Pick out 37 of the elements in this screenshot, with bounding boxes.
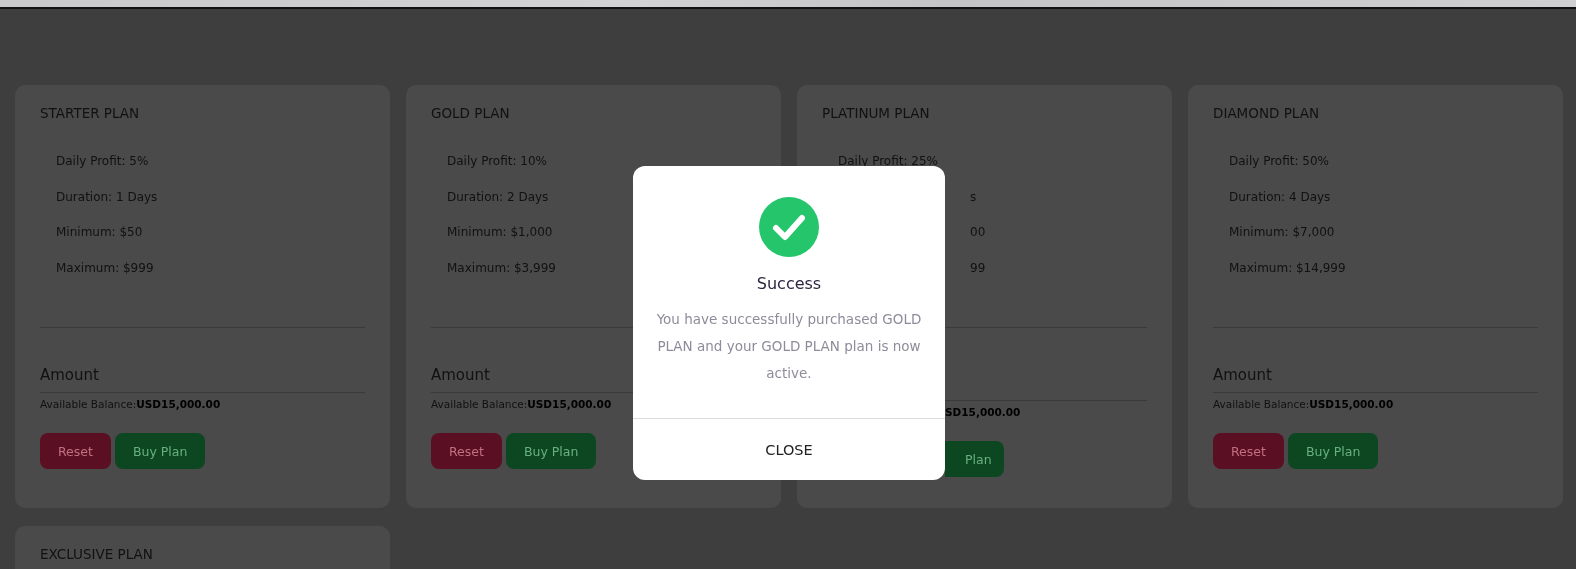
buy-plan-button[interactable]: Buy Plan	[114, 433, 206, 469]
plan-feature: Daily Profit: 5%	[56, 154, 149, 168]
plan-feature: Minimum: $1,000	[447, 225, 553, 239]
reset-button[interactable]: Reset	[40, 433, 111, 469]
plan-feature: Maximum: $999	[56, 260, 154, 275]
plan-feature: s	[970, 189, 977, 204]
amount-input[interactable]: Amount	[1213, 366, 1538, 393]
plan-title: STARTER PLAN	[40, 105, 141, 122]
plan-feature: Minimum: $50	[56, 225, 143, 239]
plan-feature: Minimum: $7,000	[1229, 225, 1335, 239]
plan-feature: Maximum: $14,999	[1229, 260, 1346, 275]
plan-feature: Duration: 2 Days	[447, 189, 549, 204]
plan-feature: Duration: 1 Days	[56, 189, 158, 204]
plan-feature: Daily Profit: 50%	[1229, 154, 1329, 168]
dialog-title: Success	[756, 274, 822, 294]
plan-title: PLATINUM PLAN	[822, 105, 931, 122]
balance-text: Available Balance:USD15,000.00	[431, 398, 612, 410]
plan-feature: Daily Profit: 10%	[447, 154, 547, 168]
success-check-icon	[759, 197, 819, 257]
plan-feature: Duration: 4 Days	[1229, 189, 1331, 204]
plan-title: EXCLUSIVE PLAN	[40, 546, 154, 563]
buy-plan-button[interactable]: Buy Plan	[505, 433, 597, 469]
reset-button[interactable]: Reset	[1213, 433, 1284, 469]
plan-title: DIAMOND PLAN	[1213, 105, 1320, 122]
plan-feature: 00	[970, 225, 986, 239]
amount-input[interactable]: Amount	[40, 366, 365, 393]
balance-text: Available Balance:USD15,000.00	[40, 398, 221, 410]
reset-button[interactable]: Reset	[431, 433, 502, 469]
buy-plan-button[interactable]: Plan	[945, 441, 1004, 477]
plan-feature: Daily Profit: 25%	[838, 154, 938, 168]
buy-plan-button[interactable]: Buy Plan	[1287, 433, 1379, 469]
close-button[interactable]: CLOSE	[757, 437, 821, 462]
balance-text: Available Balance:USD15,000.00	[1213, 398, 1394, 410]
plan-feature: Maximum: $3,999	[447, 260, 556, 275]
balance-text: SD15,000.00	[945, 406, 1021, 418]
plan-title: GOLD PLAN	[431, 105, 511, 122]
plan-feature: 99	[970, 260, 986, 275]
